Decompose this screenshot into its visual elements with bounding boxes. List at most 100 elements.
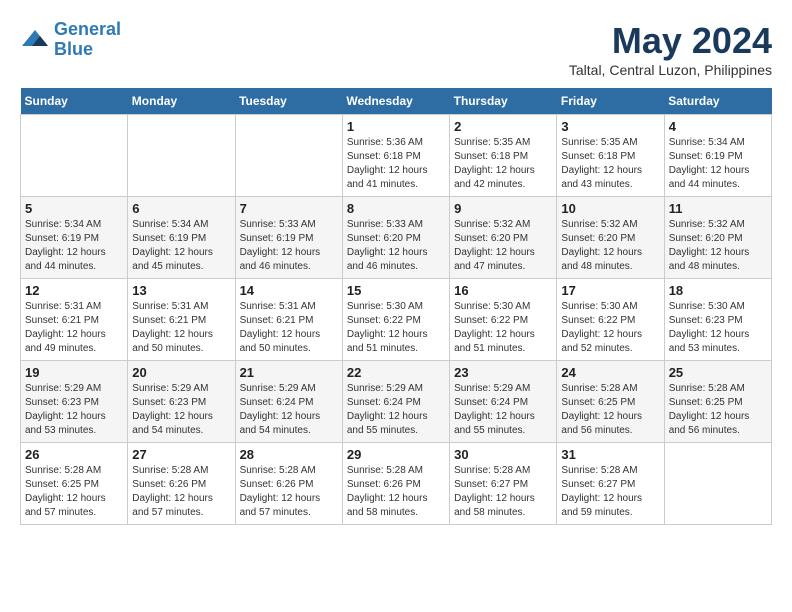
calendar-cell: 19 Sunrise: 5:29 AM Sunset: 6:23 PM Dayli… xyxy=(21,361,128,443)
day-number: 23 xyxy=(454,365,552,380)
day-number: 4 xyxy=(669,119,767,134)
day-number: 24 xyxy=(561,365,659,380)
day-info: Sunrise: 5:28 AM Sunset: 6:25 PM Dayligh… xyxy=(669,382,767,438)
day-info: Sunrise: 5:32 AM Sunset: 6:20 PM Dayligh… xyxy=(561,218,659,274)
day-info: Sunrise: 5:31 AM Sunset: 6:21 PM Dayligh… xyxy=(25,300,123,356)
day-number: 9 xyxy=(454,201,552,216)
calendar-cell: 22 Sunrise: 5:29 AM Sunset: 6:24 PM Dayli… xyxy=(342,361,449,443)
weekday-row: SundayMondayTuesdayWednesdayThursdayFrid… xyxy=(21,88,772,115)
day-number: 21 xyxy=(240,365,338,380)
day-number: 5 xyxy=(25,201,123,216)
calendar-cell: 17 Sunrise: 5:30 AM Sunset: 6:22 PM Dayli… xyxy=(557,279,664,361)
day-info: Sunrise: 5:32 AM Sunset: 6:20 PM Dayligh… xyxy=(669,218,767,274)
weekday-header-sunday: Sunday xyxy=(21,88,128,115)
calendar-cell: 6Sunrise: 5:34 AM Sunset: 6:19 PM Daylig… xyxy=(128,197,235,279)
day-info: Sunrise: 5:28 AM Sunset: 6:25 PM Dayligh… xyxy=(25,464,123,520)
day-info: Sunrise: 5:28 AM Sunset: 6:25 PM Dayligh… xyxy=(561,382,659,438)
day-number: 3 xyxy=(561,119,659,134)
calendar-cell: 18Sunrise: 5:30 AM Sunset: 6:23 PM Dayli… xyxy=(664,279,771,361)
calendar-cell: 27Sunrise: 5:28 AM Sunset: 6:26 PM Dayli… xyxy=(128,443,235,525)
day-number: 26 xyxy=(25,447,123,462)
logo-icon xyxy=(20,28,50,52)
calendar-cell: 31 Sunrise: 5:28 AM Sunset: 6:27 PM Dayli… xyxy=(557,443,664,525)
calendar-week-5: 26 Sunrise: 5:28 AM Sunset: 6:25 PM Dayli… xyxy=(21,443,772,525)
calendar-cell: 8Sunrise: 5:33 AM Sunset: 6:20 PM Daylig… xyxy=(342,197,449,279)
calendar-cell: 23 Sunrise: 5:29 AM Sunset: 6:24 PM Dayli… xyxy=(450,361,557,443)
weekday-header-thursday: Thursday xyxy=(450,88,557,115)
weekday-header-saturday: Saturday xyxy=(664,88,771,115)
calendar-cell: 11 Sunrise: 5:32 AM Sunset: 6:20 PM Dayli… xyxy=(664,197,771,279)
day-number: 19 xyxy=(25,365,123,380)
day-number: 16 xyxy=(454,283,552,298)
calendar-cell: 13Sunrise: 5:31 AM Sunset: 6:21 PM Dayli… xyxy=(128,279,235,361)
calendar-cell: 9 Sunrise: 5:32 AM Sunset: 6:20 PM Daylig… xyxy=(450,197,557,279)
day-number: 27 xyxy=(132,447,230,462)
calendar-cell: 30Sunrise: 5:28 AM Sunset: 6:27 PM Dayli… xyxy=(450,443,557,525)
subtitle: Taltal, Central Luzon, Philippines xyxy=(569,62,772,78)
day-number: 13 xyxy=(132,283,230,298)
day-number: 1 xyxy=(347,119,445,134)
calendar-week-4: 19 Sunrise: 5:29 AM Sunset: 6:23 PM Dayli… xyxy=(21,361,772,443)
day-number: 15 xyxy=(347,283,445,298)
calendar-header: SundayMondayTuesdayWednesdayThursdayFrid… xyxy=(21,88,772,115)
day-number: 14 xyxy=(240,283,338,298)
calendar-cell: 7Sunrise: 5:33 AM Sunset: 6:19 PM Daylig… xyxy=(235,197,342,279)
calendar-body: 1Sunrise: 5:36 AM Sunset: 6:18 PM Daylig… xyxy=(21,115,772,525)
calendar-cell: 14 Sunrise: 5:31 AM Sunset: 6:21 PM Dayli… xyxy=(235,279,342,361)
day-info: Sunrise: 5:30 AM Sunset: 6:22 PM Dayligh… xyxy=(561,300,659,356)
calendar-cell: 15 Sunrise: 5:30 AM Sunset: 6:22 PM Dayli… xyxy=(342,279,449,361)
calendar-cell: 5 Sunrise: 5:34 AM Sunset: 6:19 PM Daylig… xyxy=(21,197,128,279)
calendar-cell: 24 Sunrise: 5:28 AM Sunset: 6:25 PM Dayli… xyxy=(557,361,664,443)
weekday-header-wednesday: Wednesday xyxy=(342,88,449,115)
day-number: 30 xyxy=(454,447,552,462)
calendar-cell: 1Sunrise: 5:36 AM Sunset: 6:18 PM Daylig… xyxy=(342,115,449,197)
day-number: 2 xyxy=(454,119,552,134)
calendar-cell xyxy=(235,115,342,197)
calendar-cell: 20Sunrise: 5:29 AM Sunset: 6:23 PM Dayli… xyxy=(128,361,235,443)
day-info: Sunrise: 5:35 AM Sunset: 6:18 PM Dayligh… xyxy=(561,136,659,192)
calendar-week-1: 1Sunrise: 5:36 AM Sunset: 6:18 PM Daylig… xyxy=(21,115,772,197)
calendar-cell: 25 Sunrise: 5:28 AM Sunset: 6:25 PM Dayli… xyxy=(664,361,771,443)
day-info: Sunrise: 5:34 AM Sunset: 6:19 PM Dayligh… xyxy=(669,136,767,192)
day-info: Sunrise: 5:28 AM Sunset: 6:26 PM Dayligh… xyxy=(240,464,338,520)
day-info: Sunrise: 5:29 AM Sunset: 6:24 PM Dayligh… xyxy=(347,382,445,438)
day-info: Sunrise: 5:30 AM Sunset: 6:23 PM Dayligh… xyxy=(669,300,767,356)
logo: General Blue xyxy=(20,20,121,60)
calendar-cell: 10 Sunrise: 5:32 AM Sunset: 6:20 PM Dayli… xyxy=(557,197,664,279)
day-number: 7 xyxy=(240,201,338,216)
day-number: 28 xyxy=(240,447,338,462)
day-info: Sunrise: 5:31 AM Sunset: 6:21 PM Dayligh… xyxy=(240,300,338,356)
weekday-header-friday: Friday xyxy=(557,88,664,115)
day-number: 17 xyxy=(561,283,659,298)
calendar-week-2: 5 Sunrise: 5:34 AM Sunset: 6:19 PM Daylig… xyxy=(21,197,772,279)
day-info: Sunrise: 5:35 AM Sunset: 6:18 PM Dayligh… xyxy=(454,136,552,192)
calendar-cell xyxy=(21,115,128,197)
day-number: 22 xyxy=(347,365,445,380)
day-info: Sunrise: 5:34 AM Sunset: 6:19 PM Dayligh… xyxy=(132,218,230,274)
day-info: Sunrise: 5:29 AM Sunset: 6:24 PM Dayligh… xyxy=(240,382,338,438)
calendar-week-3: 12Sunrise: 5:31 AM Sunset: 6:21 PM Dayli… xyxy=(21,279,772,361)
calendar-cell: 3 Sunrise: 5:35 AM Sunset: 6:18 PM Daylig… xyxy=(557,115,664,197)
day-number: 25 xyxy=(669,365,767,380)
calendar-cell xyxy=(664,443,771,525)
day-info: Sunrise: 5:29 AM Sunset: 6:23 PM Dayligh… xyxy=(25,382,123,438)
calendar-cell: 29Sunrise: 5:28 AM Sunset: 6:26 PM Dayli… xyxy=(342,443,449,525)
page-header: General Blue May 2024 Taltal, Central Lu… xyxy=(20,20,772,78)
day-info: Sunrise: 5:28 AM Sunset: 6:27 PM Dayligh… xyxy=(561,464,659,520)
weekday-header-monday: Monday xyxy=(128,88,235,115)
calendar-table: SundayMondayTuesdayWednesdayThursdayFrid… xyxy=(20,88,772,525)
calendar-cell xyxy=(128,115,235,197)
calendar-cell: 26 Sunrise: 5:28 AM Sunset: 6:25 PM Dayli… xyxy=(21,443,128,525)
day-number: 31 xyxy=(561,447,659,462)
day-info: Sunrise: 5:29 AM Sunset: 6:23 PM Dayligh… xyxy=(132,382,230,438)
day-info: Sunrise: 5:32 AM Sunset: 6:20 PM Dayligh… xyxy=(454,218,552,274)
day-info: Sunrise: 5:30 AM Sunset: 6:22 PM Dayligh… xyxy=(454,300,552,356)
calendar-cell: 2 Sunrise: 5:35 AM Sunset: 6:18 PM Daylig… xyxy=(450,115,557,197)
calendar-cell: 4 Sunrise: 5:34 AM Sunset: 6:19 PM Daylig… xyxy=(664,115,771,197)
day-info: Sunrise: 5:29 AM Sunset: 6:24 PM Dayligh… xyxy=(454,382,552,438)
day-info: Sunrise: 5:34 AM Sunset: 6:19 PM Dayligh… xyxy=(25,218,123,274)
day-number: 10 xyxy=(561,201,659,216)
day-number: 8 xyxy=(347,201,445,216)
day-number: 11 xyxy=(669,201,767,216)
day-info: Sunrise: 5:30 AM Sunset: 6:22 PM Dayligh… xyxy=(347,300,445,356)
